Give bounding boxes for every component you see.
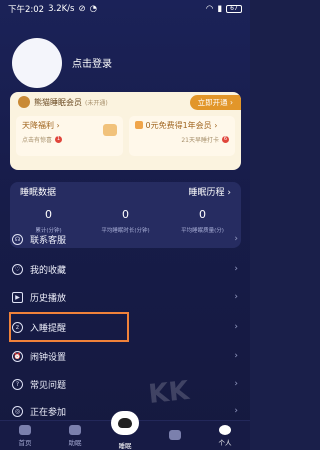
welfare-box[interactable]: 天降福利 › 点击有惊喜 1 [16, 116, 123, 156]
menu-item-favorites[interactable]: ♡ 我的收藏 › [0, 258, 250, 280]
nav-label: 首页 [18, 438, 32, 447]
vip-status: (未开通) [85, 99, 108, 107]
bottom-nav: 首页 助眠 睡眠 个人 [0, 411, 250, 450]
menu-label: 正在参加 [30, 407, 67, 418]
community-icon [169, 429, 181, 440]
wifi-icon: ◠ [205, 4, 214, 14]
nav-sleep[interactable]: 睡眠 [100, 411, 150, 450]
vip-title: 熊猫睡眠会员 [34, 97, 82, 107]
chevron-right-icon: › [234, 234, 238, 244]
highlight-box [9, 312, 129, 342]
menu-label: 常见问题 [30, 380, 67, 391]
vip-crown-icon [18, 96, 30, 108]
avatar[interactable] [12, 38, 62, 88]
welfare-sub: 点击有惊喜 [22, 137, 53, 144]
chevron-right-icon: › [234, 351, 238, 361]
battery-indicator: 67 [226, 5, 242, 13]
free-membership-box[interactable]: 0元免费得1年会员 › 21天早睡打卡 6 [128, 116, 235, 156]
menu-item-contact-service[interactable]: ☊ 联系客服 › [0, 228, 250, 250]
profile-icon [219, 424, 231, 435]
menu-label: 历史播放 [30, 293, 67, 304]
login-link[interactable]: 点击登录 [72, 55, 112, 70]
nav-label: 睡眠 [118, 441, 132, 450]
panda-icon [111, 411, 139, 435]
vip-card: 熊猫睡眠会员 (未开通) 立即开通 › 天降福利 › 点击有惊喜 1 0元免费得… [10, 92, 241, 170]
headset-icon: ☊ [12, 233, 23, 245]
status-time: 下午2:02 [8, 5, 45, 15]
home-icon [19, 424, 31, 435]
open-vip-label: 立即开通 [197, 97, 228, 107]
history-icon: ▶ [12, 291, 23, 303]
nav-label: 助眠 [68, 438, 82, 447]
vip-header: 熊猫睡眠会员 (未开通) 立即开通 › [10, 92, 241, 112]
gift-icon [102, 124, 117, 136]
menu-label: 联系客服 [30, 235, 67, 246]
free-membership-title: 0元免费得1年会员 › [134, 120, 230, 131]
help-icon: ? [12, 378, 23, 390]
checkin-sub: 21天早睡打卡 [181, 137, 219, 144]
menu-label: 我的收藏 [30, 265, 67, 276]
sleep-history-link[interactable]: 睡眠历程 › [189, 185, 231, 198]
signal-icon: ▮ [217, 4, 222, 14]
stats-title: 睡眠数据 [20, 187, 57, 198]
open-vip-button[interactable]: 立即开通 › [189, 94, 241, 110]
checkin-badge: 6 [222, 136, 229, 143]
nav-home[interactable]: 首页 [0, 421, 50, 450]
profile-page: 下午2:02 3.2K/s ⊘ ◔ ◠ ▮ 67 点击登录 熊猫睡眠会员 (未开… [0, 0, 250, 450]
status-bar: 下午2:02 3.2K/s ⊘ ◔ ◠ ▮ 67 [0, 0, 250, 18]
welfare-badge: 1 [55, 136, 63, 143]
alarm-clock-icon: ⏰ [12, 350, 23, 362]
mute-icon: ⊘ [78, 4, 86, 14]
nav-profile[interactable]: 个人 [200, 421, 250, 450]
chevron-right-icon: › [234, 264, 238, 274]
chevron-right-icon: › [234, 322, 238, 332]
sleep-aid-icon [69, 424, 81, 435]
menu-item-alarm-settings[interactable]: ⏰ 闹钟设置 › [0, 345, 250, 367]
nav-community[interactable] [150, 421, 200, 450]
flag-icon [134, 121, 143, 129]
menu-item-history[interactable]: ▶ 历史播放 › [0, 286, 250, 308]
favorites-icon: ♡ [12, 263, 23, 275]
participating-icon: ◎ [12, 405, 23, 417]
alarm-icon: ◔ [89, 4, 98, 14]
status-speed: 3.2K/s [48, 4, 75, 14]
nav-sleep-aid[interactable]: 助眠 [50, 421, 100, 450]
chevron-right-icon: › [234, 292, 238, 302]
nav-label: 个人 [218, 438, 232, 447]
menu-label: 闹钟设置 [30, 352, 67, 363]
chevron-right-icon: › [230, 97, 233, 107]
